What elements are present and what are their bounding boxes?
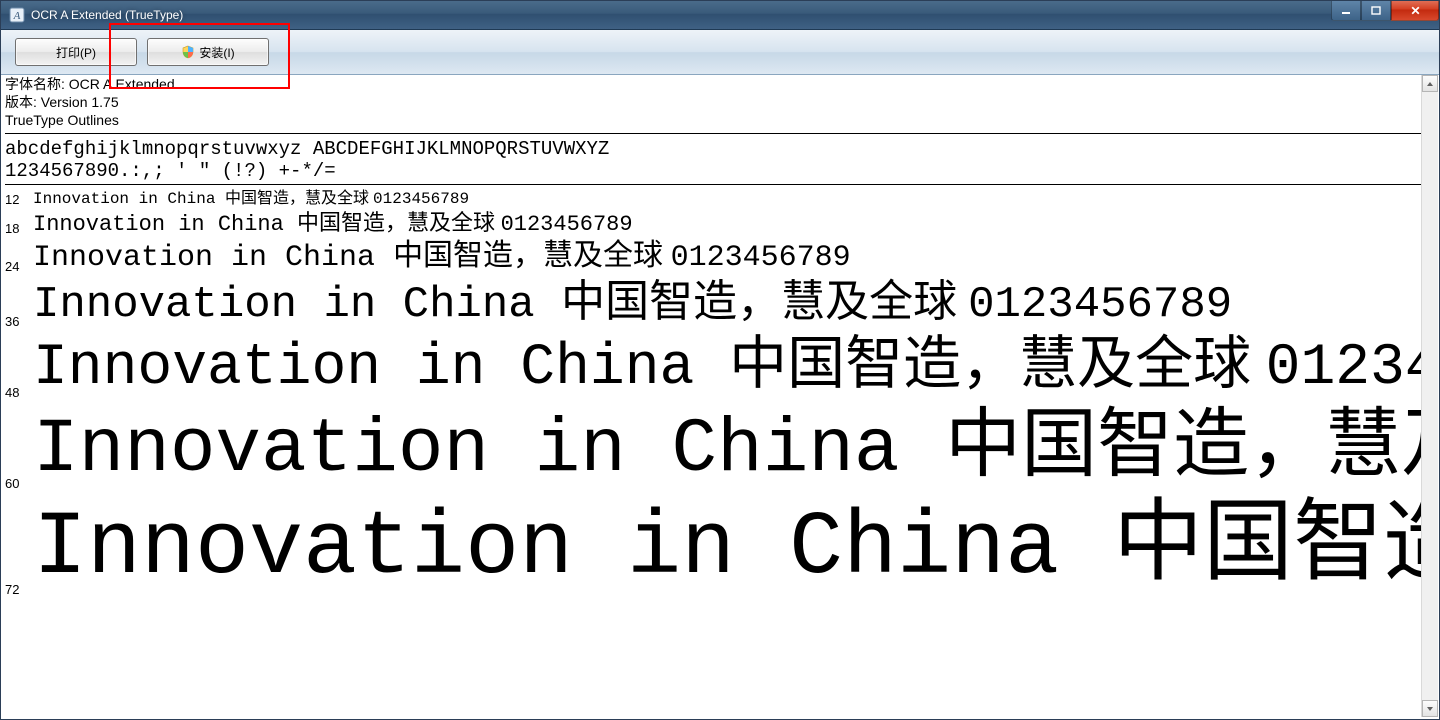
- window-controls: [1331, 1, 1439, 21]
- sample-row-18: 18 Innovation in China 中国智造，慧及全球 0123456…: [5, 209, 1423, 238]
- font-name-line: 字体名称: OCR A Extended: [5, 75, 1423, 93]
- sample-row-36: 36 Innovation in China 中国智造，慧及全球 0123456…: [5, 276, 1423, 331]
- svg-text:A: A: [13, 10, 21, 22]
- minimize-button[interactable]: [1331, 1, 1361, 21]
- app-icon: A: [9, 7, 25, 23]
- divider-1: [5, 133, 1423, 134]
- install-button-label: 安装(I): [199, 44, 234, 61]
- sample-size-label: 24: [5, 259, 33, 276]
- sample-size-label: 18: [5, 221, 33, 238]
- sample-text: Innovation in China 中国智造，慧及全球 0123456789: [33, 493, 1423, 599]
- sample-row-72: 72 Innovation in China 中国智造，慧及全球 0123456…: [5, 493, 1423, 599]
- close-button[interactable]: [1391, 1, 1439, 21]
- font-meta: 字体名称: OCR A Extended 版本: Version 1.75 Tr…: [5, 75, 1423, 131]
- uac-shield-icon: [181, 45, 195, 59]
- sample-size-label: 60: [5, 476, 33, 493]
- sample-text: Innovation in China 中国智造，慧及全球 0123456789: [33, 209, 633, 238]
- sample-row-48: 48 Innovation in China 中国智造，慧及全球 0123456…: [5, 331, 1423, 402]
- sample-row-60: 60 Innovation in China 中国智造，慧及全球 0123456…: [5, 402, 1423, 493]
- toolbar: 打印(P) 安装(I): [1, 30, 1439, 75]
- sample-text: Innovation in China 中国智造，慧及全球 0123456789: [33, 331, 1423, 402]
- version-label: 版本:: [5, 94, 41, 110]
- scroll-down-button[interactable]: [1422, 700, 1438, 717]
- maximize-button[interactable]: [1361, 1, 1391, 21]
- install-button[interactable]: 安装(I): [147, 38, 269, 66]
- sample-text: Innovation in China 中国智造，慧及全球 0123456789: [33, 402, 1423, 493]
- content-area: 字体名称: OCR A Extended 版本: Version 1.75 Tr…: [5, 75, 1423, 715]
- sample-text: Innovation in China 中国智造，慧及全球 0123456789: [33, 189, 469, 209]
- scroll-track[interactable]: [1422, 92, 1438, 700]
- sample-row-12: 12 Innovation in China 中国智造，慧及全球 0123456…: [5, 189, 1423, 209]
- version-value: Version 1.75: [41, 94, 119, 110]
- title-bar: A OCR A Extended (TrueType): [1, 1, 1439, 30]
- sample-size-label: 12: [5, 192, 33, 209]
- charset-line-digits-symbols: 1234567890.:,; ' " (!?) +-*/=: [5, 160, 1423, 182]
- sample-text: Innovation in China 中国智造，慧及全球 0123456789: [33, 238, 851, 276]
- print-button[interactable]: 打印(P): [15, 38, 137, 66]
- sample-row-24: 24 Innovation in China 中国智造，慧及全球 0123456…: [5, 238, 1423, 276]
- font-version-line: 版本: Version 1.75: [5, 93, 1423, 111]
- charset-line-lower-upper: abcdefghijklmnopqrstuvwxyz ABCDEFGHIJKLM…: [5, 138, 1423, 160]
- sample-text: Innovation in China 中国智造，慧及全球 0123456789: [33, 276, 1232, 331]
- sample-size-label: 36: [5, 314, 33, 331]
- sample-size-label: 72: [5, 582, 33, 599]
- font-name-label: 字体名称:: [5, 76, 69, 92]
- vertical-scrollbar[interactable]: [1421, 75, 1438, 717]
- window-title: OCR A Extended (TrueType): [31, 8, 183, 22]
- font-name-value: OCR A Extended: [69, 76, 175, 92]
- print-button-label: 打印(P): [56, 44, 96, 61]
- scroll-up-button[interactable]: [1422, 75, 1438, 92]
- sample-size-label: 48: [5, 385, 33, 402]
- font-outlines-line: TrueType Outlines: [5, 111, 1423, 129]
- divider-2: [5, 184, 1423, 185]
